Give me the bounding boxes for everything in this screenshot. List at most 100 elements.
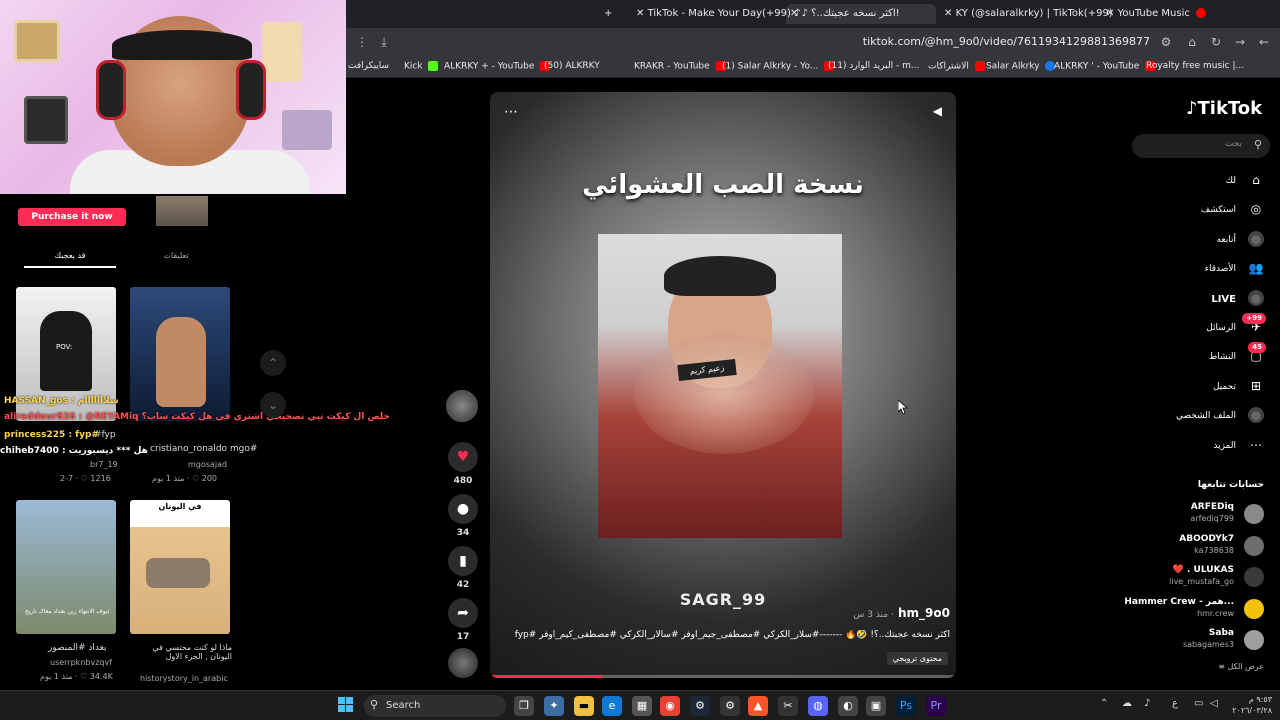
comment-button[interactable]: ●: [448, 494, 478, 524]
sidebar-item-4[interactable]: LIVE ●: [1144, 290, 1264, 310]
video-progress-bar[interactable]: [490, 675, 956, 678]
video-author[interactable]: hm_9o0: [898, 606, 950, 620]
video-thumbnail[interactable]: ثيوف الانتهاء زين بغداد معاك ناريخ: [16, 500, 116, 634]
sidebar-item-label: LIVE: [1211, 294, 1236, 305]
close-icon[interactable]: ✕: [944, 8, 952, 19]
edge-icon[interactable]: e: [602, 696, 622, 716]
new-tab-button[interactable]: +: [604, 4, 612, 24]
following-account[interactable]: ABOODYk7 ka738638: [1104, 534, 1264, 562]
video-thumbnail[interactable]: [130, 287, 230, 421]
bookmark-item[interactable]: Salar Alkrky: [986, 61, 1058, 72]
tab-youtube-music[interactable]: ✕ YouTube Music: [1106, 4, 1209, 24]
following-account[interactable]: ARFEDiq arfediq799: [1104, 502, 1264, 530]
following-account[interactable]: Hammer Crew - همر... hmr.crew: [1104, 597, 1264, 625]
home-icon[interactable]: ⌂: [1184, 34, 1200, 50]
windows-start-icon[interactable]: [338, 697, 354, 713]
copilot-icon[interactable]: ✦: [544, 696, 564, 716]
tune-icon[interactable]: ⚙: [1158, 34, 1174, 50]
bookmark-item[interactable]: ALKRKY + - YouTube: [444, 61, 553, 72]
sidebar-item-9[interactable]: المزيد ⋯: [1144, 437, 1264, 457]
sidebar-item-label: الأصدقاء: [1204, 264, 1236, 274]
store-icon[interactable]: ▦: [632, 696, 652, 716]
thumbnail-cart: [146, 558, 210, 588]
bookmark-item[interactable]: Kick: [404, 61, 441, 72]
premiere-icon[interactable]: Pr: [926, 696, 946, 716]
language-indicator[interactable]: ع: [1172, 698, 1178, 709]
sidebar-item-2[interactable]: أتابعه ●: [1144, 231, 1264, 251]
bookmark-item[interactable]: ALKRKY ' - YouTube: [1054, 61, 1158, 72]
avatar: [1244, 567, 1264, 587]
search-bar[interactable]: بحث ⚲: [1132, 134, 1270, 158]
capcut-icon[interactable]: ✂: [778, 696, 798, 716]
settings-icon[interactable]: ⚙: [720, 696, 740, 716]
video-author-line[interactable]: hm_9o0 · منذ 3 س: [853, 606, 950, 620]
share-button[interactable]: ➦: [448, 598, 478, 628]
address-bar[interactable]: tiktok.com/@hm_9o0/video/761193412988136…: [863, 35, 1150, 48]
like-button[interactable]: ♥: [448, 442, 478, 472]
bookmark-item[interactable]: سايبكرافت: [348, 61, 389, 71]
sidebar-item-3[interactable]: الأصدقاء 👥: [1144, 260, 1264, 280]
tiktok-logo[interactable]: ♪TikTok: [1186, 98, 1262, 119]
sound-disc[interactable]: [448, 648, 478, 678]
thumbnail-author[interactable]: mgosajad: [188, 460, 227, 469]
thumbnail-author[interactable]: userrpknbvzqvf: [50, 658, 112, 667]
tab-tiktok-profile[interactable]: ✕ KY (@salaralkrky) | TikTok(+99): [944, 4, 1113, 24]
steam-icon[interactable]: ⚙: [690, 696, 710, 716]
reload-icon[interactable]: ↻: [1208, 34, 1224, 50]
bookmark-item[interactable]: (11) البريد الوارد - m...: [828, 61, 919, 71]
video-player[interactable]: ⋯ ◀ نسخة الصب العشوائي زعيم كريم SAGR_99…: [490, 92, 956, 678]
sidebar-item-8[interactable]: الملف الشخصي ●: [1144, 407, 1264, 427]
discord-icon[interactable]: ◍: [808, 696, 828, 716]
cloud-icon[interactable]: ☁: [1122, 698, 1132, 709]
following-account[interactable]: Saba sabagames3: [1104, 628, 1264, 656]
volume-icon[interactable]: ◁: [1210, 698, 1218, 709]
downloads-icon[interactable]: ⤓: [376, 34, 392, 50]
sidebar-item-7[interactable]: تحميل ⊞: [1144, 378, 1264, 398]
back-icon[interactable]: →: [1232, 34, 1248, 50]
product-thumbnail[interactable]: [156, 196, 208, 226]
tab-you-may-like[interactable]: قد يعجبك: [24, 248, 116, 268]
author-avatar[interactable]: [446, 390, 478, 422]
forward-icon[interactable]: ←: [1256, 34, 1272, 50]
home-icon: ⌂: [1252, 173, 1260, 187]
more-icon: ⋯: [1250, 438, 1262, 452]
bookmark-item[interactable]: Royalty free music |...: [1146, 61, 1244, 71]
bookmark-item[interactable]: (1) Salar Alkrky - Yo...: [722, 61, 837, 72]
close-icon[interactable]: ✕: [636, 8, 644, 19]
monitor-icon[interactable]: ▭: [1194, 698, 1203, 709]
sidebar-item-1[interactable]: استكشف ◎: [1144, 201, 1264, 221]
tab-comments[interactable]: تعليقات: [130, 248, 222, 268]
photoshop-icon[interactable]: Ps: [896, 696, 916, 716]
bookmark-item[interactable]: KRAKR - YouTube: [634, 61, 729, 72]
sidebar-item-5[interactable]: الرسائل ✈ +99: [1144, 313, 1266, 339]
bookmark-item[interactable]: الاشتراكات: [928, 61, 988, 72]
app-icon[interactable]: ▣: [866, 696, 886, 716]
tab-tiktok-home[interactable]: ✕ TikTok - Make Your Day(+99) ♪: [636, 4, 801, 24]
system-clock[interactable]: ٩:٥٣ م ٢٠٢٦/٠٣/٢٨: [1228, 694, 1272, 716]
file-explorer-icon[interactable]: ▬: [574, 696, 594, 716]
thumbnail-author[interactable]: br7_19: [90, 460, 118, 469]
bookmark-item[interactable]: (50) ALKRKY: [544, 61, 600, 71]
menu-icon[interactable]: ⋮: [354, 34, 370, 50]
following-account[interactable]: ❤️ . ULUKAS live_mustafa_go: [1104, 565, 1264, 593]
search-icon[interactable]: ⚲: [1254, 138, 1262, 151]
brave-icon[interactable]: ▲: [748, 696, 768, 716]
previous-video-button[interactable]: ⌃: [260, 350, 286, 376]
sidebar-item-6[interactable]: النشاط ▢ 45: [1144, 342, 1266, 368]
chrome-icon[interactable]: ◉: [660, 696, 680, 716]
more-options-icon[interactable]: ⋯: [504, 104, 518, 120]
thumbnail-author[interactable]: historystory_in_arabic: [140, 674, 228, 683]
see-all-link[interactable]: عرض الكل ≡: [1180, 662, 1264, 671]
task-view-icon[interactable]: ❐: [514, 696, 534, 716]
next-video-button[interactable]: ⌄: [260, 392, 286, 418]
obs-icon[interactable]: ◐: [838, 696, 858, 716]
tab-current-video[interactable]: ✕ ♪ اكثر نسخه عجبتك..؟!: [786, 4, 936, 24]
volume-icon[interactable]: ◀: [933, 104, 942, 118]
video-thumbnail[interactable]: في اليونان: [130, 500, 230, 634]
sidebar-item-0[interactable]: لك ⌂: [1144, 172, 1264, 192]
chevron-up-icon[interactable]: ⌃: [1100, 698, 1108, 709]
save-button[interactable]: ▮: [448, 546, 478, 576]
microphone-icon[interactable]: ♪: [1144, 698, 1150, 709]
purchase-button[interactable]: Purchase it now: [18, 208, 126, 226]
taskbar-search[interactable]: ⚲ Search: [364, 695, 506, 717]
